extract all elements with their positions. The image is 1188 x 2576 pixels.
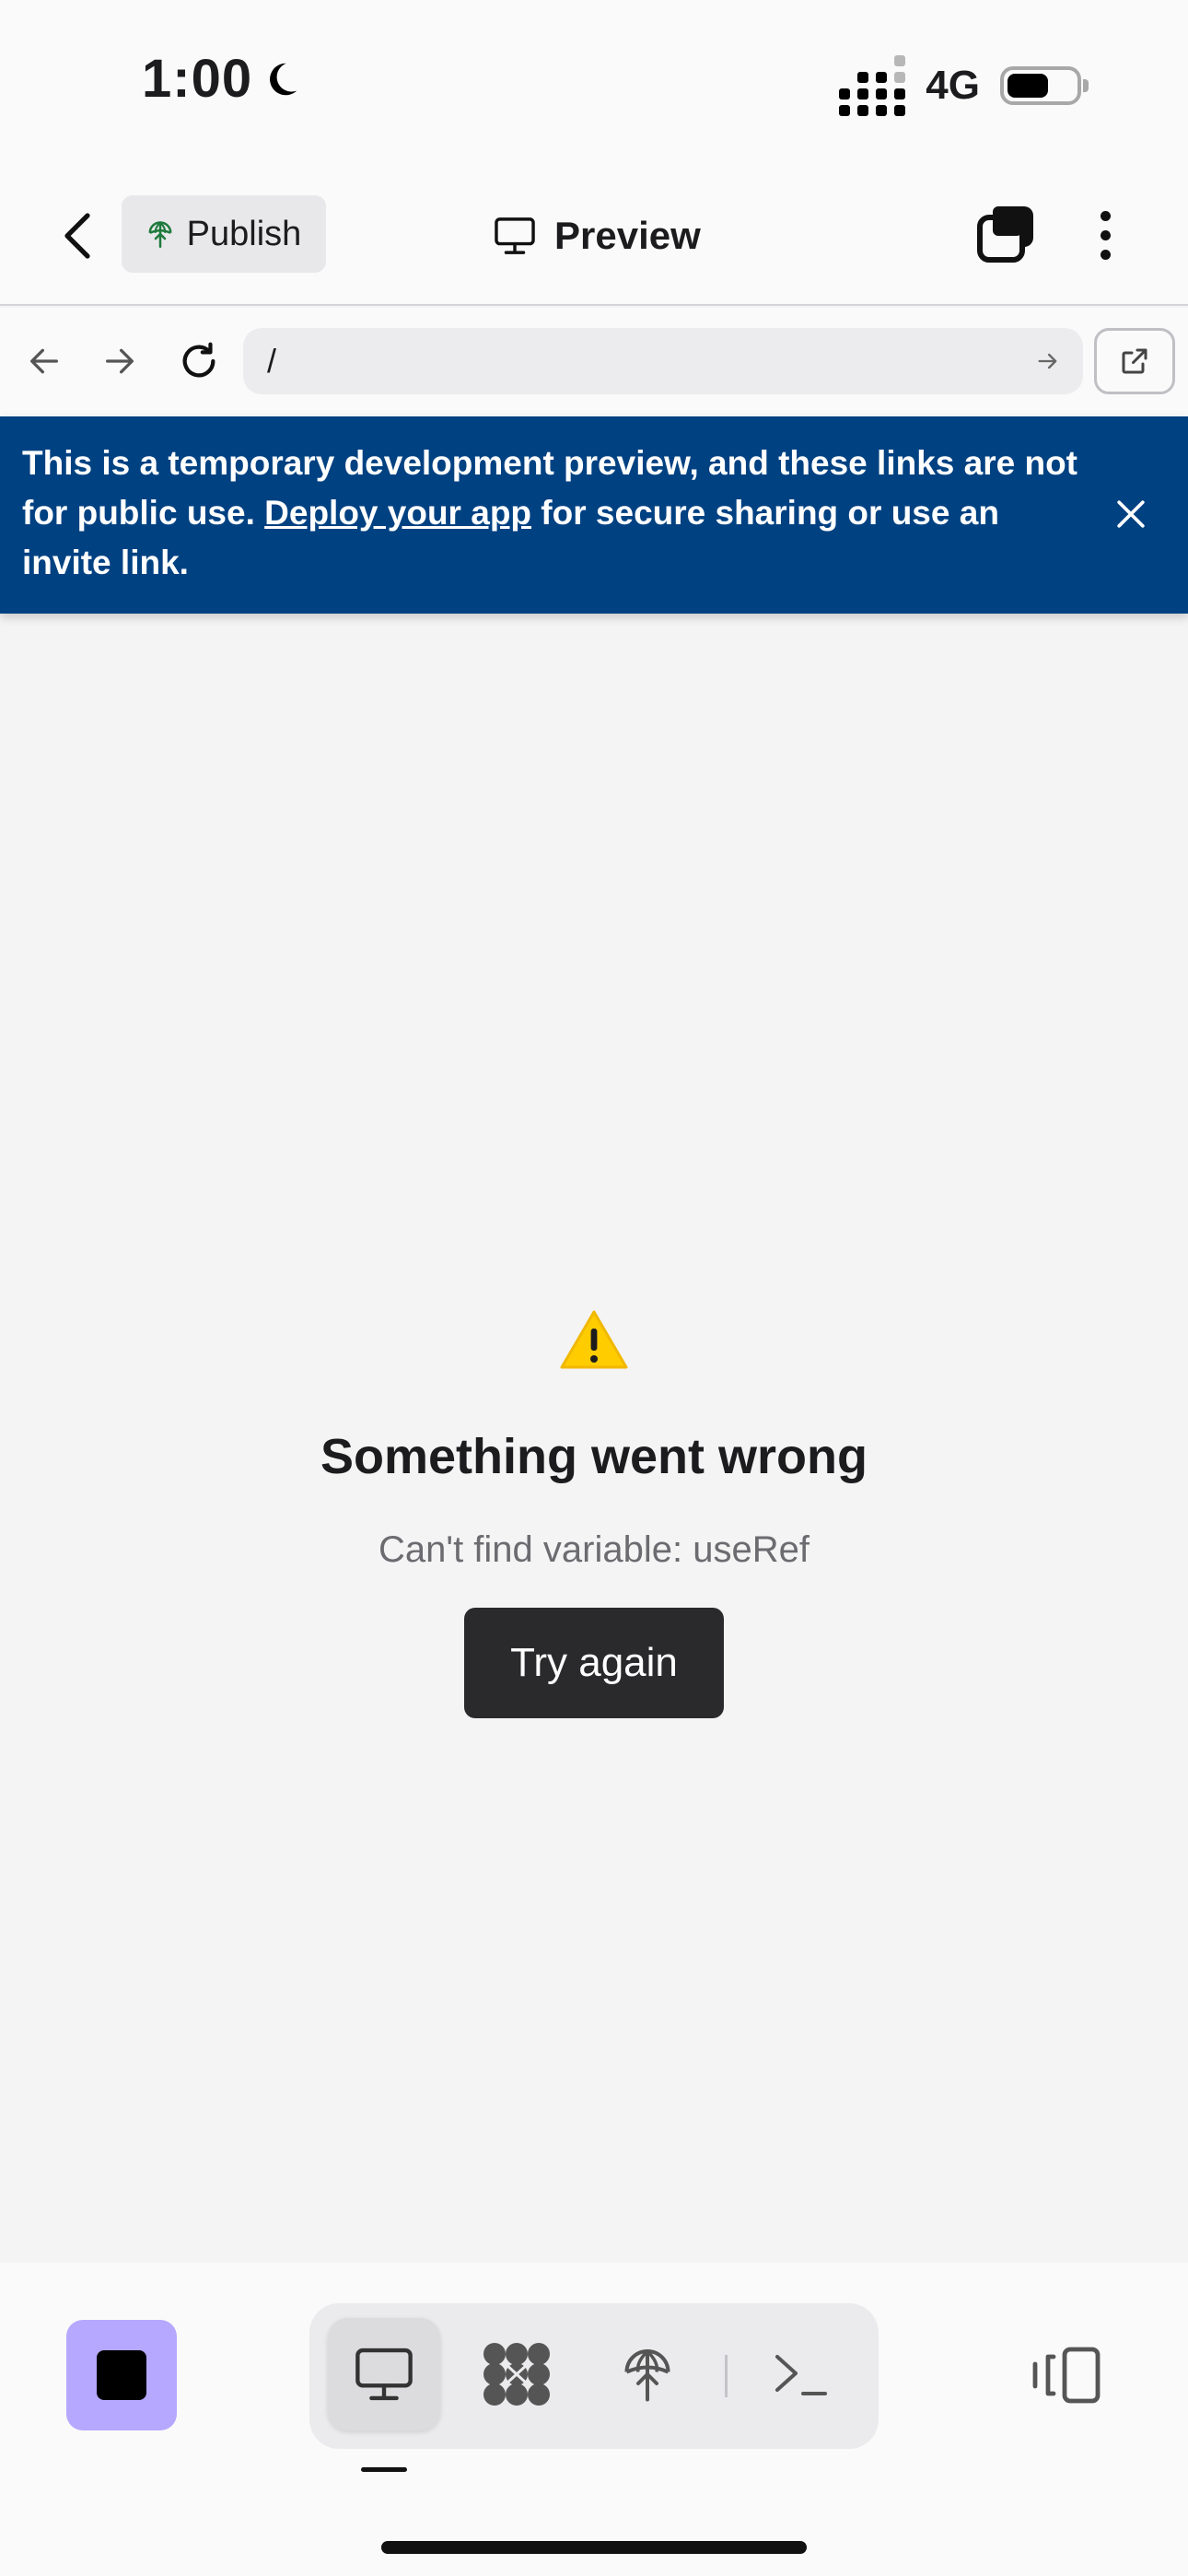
status-time: 1:00 [142, 48, 302, 110]
deploy-tool[interactable] [591, 2318, 704, 2430]
packages-tool[interactable] [460, 2318, 573, 2430]
preview-tool[interactable] [328, 2318, 440, 2430]
status-bar: 1:00 4G [0, 0, 1188, 166]
arrow-left-icon [30, 348, 58, 374]
dev-preview-banner: This is a temporary development preview,… [0, 416, 1188, 614]
publish-label: Publish [186, 214, 302, 253]
status-indicators: 4G [839, 55, 1089, 116]
monitor-icon [495, 217, 535, 254]
try-again-button[interactable]: Try again [464, 1608, 724, 1718]
page-title-label: Preview [554, 214, 701, 257]
clock: 1:00 [142, 49, 253, 109]
arrow-right-small-icon[interactable] [1035, 348, 1061, 374]
url-bar: / [0, 308, 1188, 416]
tabs-icon [977, 206, 1033, 263]
packages-icon [483, 2343, 550, 2406]
top-nav: Publish Preview [0, 166, 1188, 306]
url-text: / [267, 342, 277, 380]
error-panel: Something went wrong Can't find variable… [0, 1308, 1188, 1718]
error-message: Can't find variable: useRef [379, 1529, 809, 1570]
terminal-icon [775, 2355, 827, 2395]
browser-back-button[interactable] [18, 335, 70, 387]
console-tool[interactable] [744, 2318, 856, 2430]
battery-icon [1000, 66, 1089, 105]
stop-icon [97, 2350, 146, 2400]
bottom-toolbar [0, 2263, 1188, 2576]
monitor-icon [355, 2348, 413, 2401]
chevron-left-icon [64, 213, 90, 259]
globe-upload-icon [148, 221, 172, 248]
external-link-icon [1122, 348, 1147, 374]
more-vertical-icon [1100, 210, 1111, 221]
publish-button[interactable]: Publish [122, 195, 326, 273]
home-indicator[interactable] [381, 2541, 807, 2554]
more-menu-button[interactable] [1087, 203, 1124, 267]
url-input[interactable]: / [243, 328, 1083, 394]
page-title: Preview [494, 206, 701, 265]
browser-forward-button[interactable] [94, 335, 146, 387]
active-tool-indicator [361, 2467, 407, 2472]
tool-divider [725, 2355, 728, 2397]
globe-upload-icon [624, 2349, 670, 2402]
signal-icon [839, 55, 906, 116]
banner-text: This is a temporary development preview,… [22, 439, 1090, 588]
back-button[interactable] [55, 208, 101, 263]
tabs-button[interactable] [976, 203, 1037, 263]
open-external-button[interactable] [1094, 328, 1175, 394]
tool-switcher [309, 2303, 879, 2449]
stop-button[interactable] [66, 2320, 177, 2430]
close-icon[interactable] [1111, 494, 1151, 534]
split-view-icon[interactable] [1028, 2346, 1105, 2405]
deploy-app-link[interactable]: Deploy your app [264, 494, 531, 532]
error-title: Something went wrong [320, 1429, 868, 1484]
arrow-right-icon [106, 348, 134, 374]
reload-button[interactable] [173, 335, 225, 387]
moon-icon [270, 63, 297, 95]
warning-icon [560, 1310, 628, 1369]
network-label: 4G [926, 63, 980, 108]
reload-icon [182, 342, 215, 378]
